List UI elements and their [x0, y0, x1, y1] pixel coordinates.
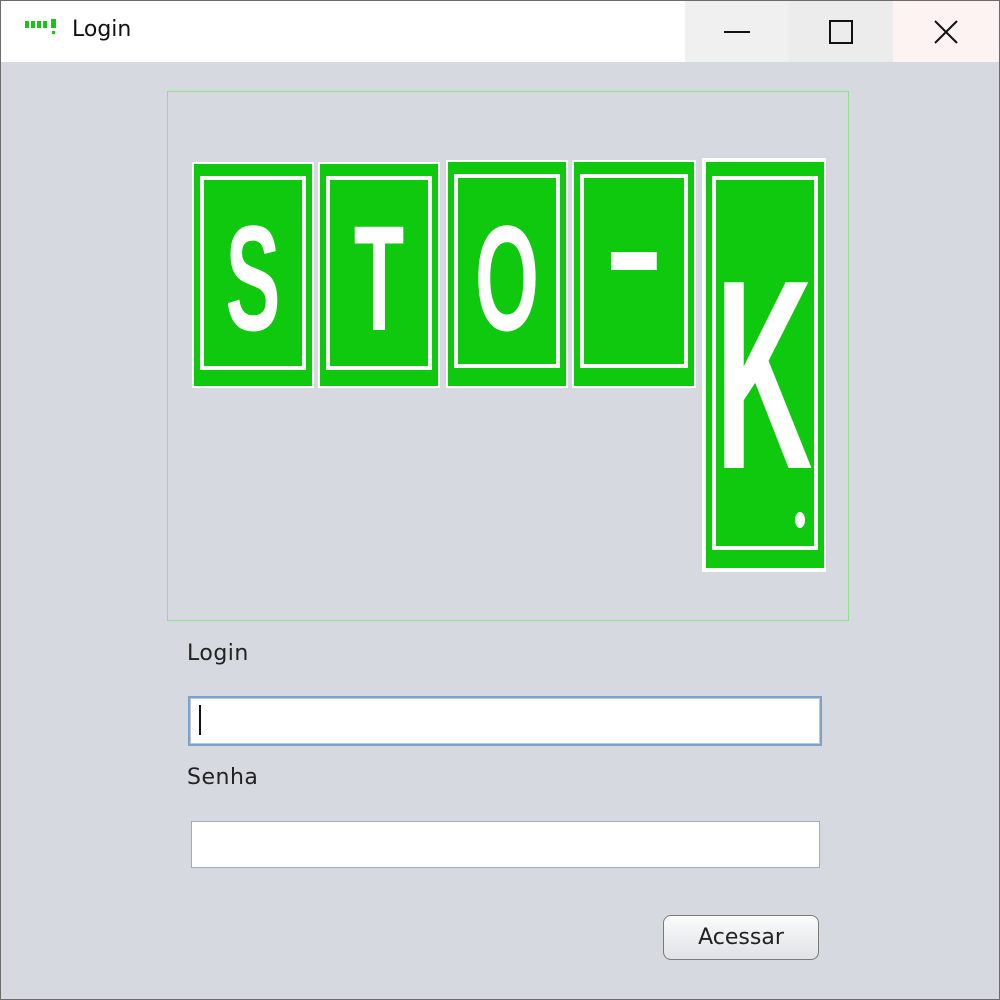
logo-tile-t: T: [318, 162, 440, 388]
minimize-icon: [724, 30, 750, 33]
close-icon: [934, 19, 958, 44]
logo-panel: S T O - K: [167, 91, 849, 621]
stok-app-icon: [25, 19, 56, 34]
logo-tile-s: S: [192, 162, 314, 388]
logo-letter-s: S: [225, 194, 280, 363]
logo-dot: [795, 512, 805, 528]
window-title: Login: [72, 17, 132, 42]
logo-letter-t: T: [354, 194, 404, 363]
logo-tile-k: K: [702, 158, 826, 572]
login-label: Login: [187, 641, 249, 666]
logo-letter-o: O: [475, 194, 539, 363]
login-window: Login S T O - K Login Senha Acessar: [0, 0, 1000, 1000]
acessar-button[interactable]: Acessar: [663, 915, 819, 960]
title-bar: Login: [1, 1, 999, 62]
password-input[interactable]: [191, 821, 820, 868]
logo-tile-dash: -: [572, 160, 696, 388]
logo-letter-k: K: [715, 225, 812, 526]
logo-letter-dash: -: [604, 165, 664, 332]
close-button[interactable]: [893, 1, 999, 62]
password-label: Senha: [187, 765, 259, 790]
logo-tile-o: O: [446, 160, 568, 388]
login-input[interactable]: [188, 696, 822, 746]
maximize-icon: [829, 19, 853, 44]
text-caret: [199, 705, 201, 735]
maximize-button[interactable]: [789, 1, 893, 62]
stok-logo: S T O - K: [192, 158, 826, 572]
minimize-button[interactable]: [685, 1, 789, 62]
